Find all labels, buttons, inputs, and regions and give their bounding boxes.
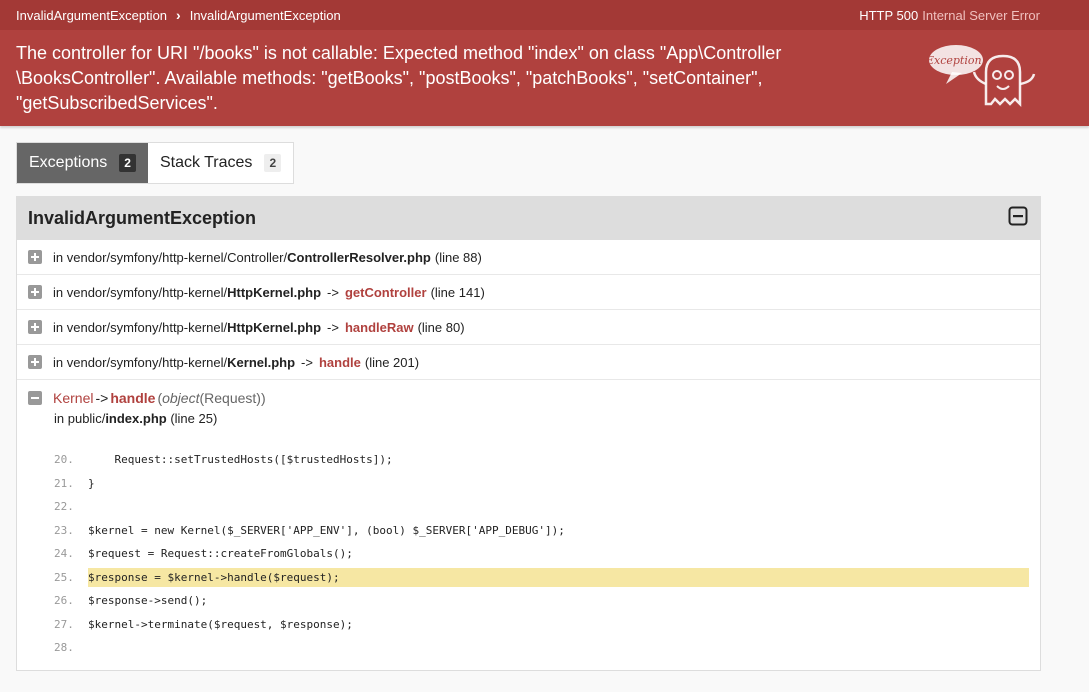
line-number: 25. [54,570,74,584]
code-snippet: 20. Request::setTrustedHosts([$trustedHo… [54,448,1029,660]
trace-row[interactable]: in vendor/symfony/http-kernel/Controller… [17,240,1040,275]
status-text: Internal Server Error [922,7,1040,23]
trace-row[interactable]: in vendor/symfony/http-kernel/Kernel.php… [17,345,1040,380]
trace-path: in vendor/symfony/http-kernel/ [53,319,228,335]
chevron-right-icon: › [176,7,181,23]
expanded-trace: Kernel -> handle (object(Request)) in pu… [17,380,1040,660]
http-status: HTTP 500 Internal Server Error [859,8,1073,23]
code-text: $request = Request::createFromGlobals(); [88,547,353,561]
code-line: 21.} [54,472,1029,496]
line-number: 23. [54,523,74,537]
code-line: 26. $response->send(); [54,589,1029,613]
trace-line: (line 80) [417,319,465,335]
tab-label: Stack Traces [159,154,253,171]
code-line: 28. [54,636,1029,660]
trace-file: Kernel.php [227,354,296,370]
trace-file: HttpKernel.php [227,319,322,335]
code-line: 22. [54,495,1029,519]
line-number: 24. [54,547,74,561]
arrow-text: -> [327,284,339,300]
expanded-trace-title[interactable]: Kernel -> handle (object(Request)) [28,390,1029,406]
trace-path: in vendor/symfony/http-kernel/ [53,284,228,300]
exception-class-title: InvalidArgumentException [28,208,257,228]
trace-path: in vendor/symfony/http-kernel/ [53,354,228,370]
exception-panel: InvalidArgumentException in vendor/symfo… [16,196,1041,671]
breadcrumb-item[interactable]: InvalidArgumentException [16,8,167,23]
code-text: $kernel->terminate($request, $response); [88,617,353,631]
code-text: $kernel = new Kernel($_SERVER['APP_ENV']… [88,523,565,537]
trace-file: ControllerResolver.php [287,249,431,265]
tab-stack-traces[interactable]: Stack Traces 2 [148,143,293,183]
collapse-trace-icon[interactable] [28,391,42,405]
trace-method: getController [344,284,427,300]
expand-icon[interactable] [28,285,42,299]
trace-method: handle [318,354,361,370]
line-number: 22. [54,500,74,514]
code-line: 23. $kernel = new Kernel($_SERVER['APP_EN… [54,519,1029,543]
code-line: 20. Request::setTrustedHosts([$trustedHo… [54,448,1029,472]
exception-message: The controller for URI "/books" is not c… [16,41,816,116]
trace-args: (object(Request)) [157,390,266,406]
line-number: 20. [54,453,74,467]
exception-panel-header: InvalidArgumentException [17,197,1040,240]
code-text: $response = $kernel->handle($request); [88,567,1029,587]
expand-icon[interactable] [28,320,42,334]
code-text: } [88,476,95,490]
line-number: 21. [54,476,74,490]
line-number: 27. [54,617,74,631]
arrow-text: -> [301,354,313,370]
tab-count-badge: 2 [119,154,136,172]
breadcrumb: InvalidArgumentException › InvalidArgume… [0,0,1089,30]
error-header: InvalidArgumentException › InvalidArgume… [0,0,1089,126]
breadcrumb-item[interactable]: InvalidArgumentException [190,8,341,23]
status-code: HTTP 500 [859,7,919,23]
ghost-label: Exception! [925,54,986,67]
arrow-text: -> [95,390,109,406]
trace-method: handleRaw [344,319,414,335]
message-line: \BooksController". Available methods: "g… [16,68,763,88]
tab-exceptions[interactable]: Exceptions 2 [17,143,148,183]
expand-icon[interactable] [28,250,42,264]
collapse-icon[interactable] [1008,206,1028,231]
line-number: 28. [54,641,74,655]
trace-method: handle [110,390,156,406]
trace-line: (line 201) [364,354,420,370]
trace-line: (line 141) [430,284,485,300]
code-line: 27. $kernel->terminate($request, $respons… [54,613,1029,637]
tab-bar: Exceptions 2 Stack Traces 2 [16,142,295,184]
message-line: The controller for URI "/books" is not c… [16,43,782,63]
code-text: $response->send(); [88,594,208,608]
message-line: "getSubscribedServices". [16,93,218,113]
trace-row[interactable]: in vendor/symfony/http-kernel/HttpKernel… [17,275,1040,310]
expand-icon[interactable] [28,355,42,369]
trace-file: HttpKernel.php [227,284,322,300]
code-line-highlighted: 25. $response = $kernel->handle($request)… [54,566,1029,590]
code-line: 24. $request = Request::createFromGlobals… [54,542,1029,566]
trace-path: in vendor/symfony/http-kernel/Controller… [53,249,288,265]
trace-class: Kernel [53,390,94,406]
tab-label: Exceptions [29,154,108,171]
expanded-trace-file: in public/index.php (line 25) [54,411,218,426]
trace-row[interactable]: in vendor/symfony/http-kernel/HttpKernel… [17,310,1040,345]
line-number: 26. [54,594,74,608]
tab-count-badge: 2 [264,154,282,172]
arrow-text: -> [327,319,339,335]
trace-line: (line 88) [434,249,482,265]
code-text: Request::setTrustedHosts([$trustedHosts]… [88,453,393,467]
ghost-icon: Exception! [924,38,1044,118]
